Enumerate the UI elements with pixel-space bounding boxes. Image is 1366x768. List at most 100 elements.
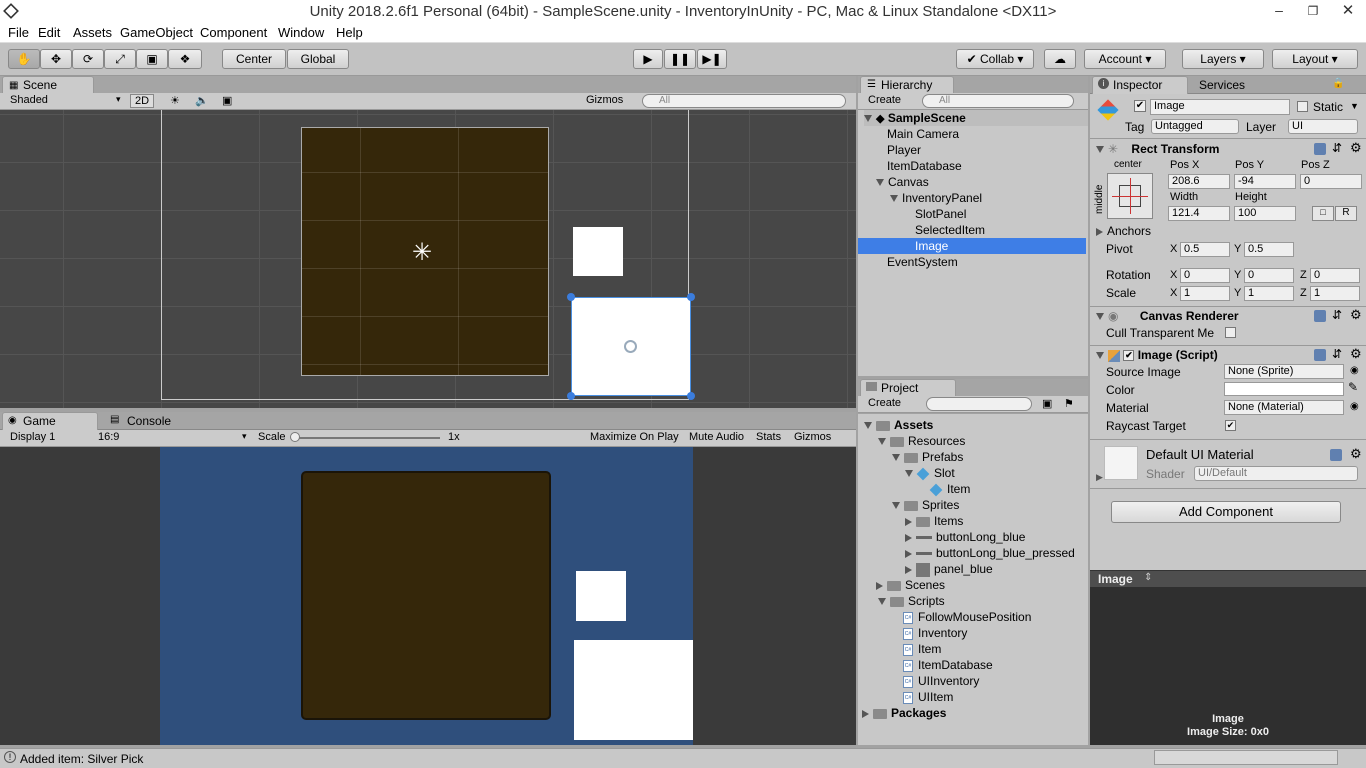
pivot-center-button[interactable]: Center [222,49,286,69]
stats-toggle[interactable]: Stats [756,431,781,443]
tab-services[interactable]: Services [1178,76,1258,94]
raycast-target-checkbox[interactable]: ✔ [1225,420,1236,431]
expand-icon[interactable] [1096,313,1104,321]
collapsed-icon[interactable] [876,581,883,590]
project-folder-scripts[interactable]: Scripts [878,593,945,609]
rotate-tool-button[interactable]: ⟳ [72,49,104,69]
collab-dropdown[interactable]: ✔ Collab ▾ [956,49,1034,69]
pivot-global-button[interactable]: Global [287,49,349,69]
expand-icon[interactable] [1096,146,1104,154]
project-folder-scenes[interactable]: Scenes [876,577,945,593]
audio-icon[interactable]: 🔈 [195,94,209,107]
expand-icon[interactable] [878,438,886,446]
project-sprite-buttonlong-blue[interactable]: buttonLong_blue [905,529,1025,545]
game-view[interactable] [0,447,856,745]
rect-handle-bl[interactable] [567,392,575,400]
expand-icon[interactable] [892,502,900,510]
status-bar[interactable]: ! Added item: Silver Pick [0,748,1366,768]
width-input[interactable]: 121.4 [1168,206,1230,221]
rect-handle-br[interactable] [687,392,695,400]
scale-slider-thumb[interactable] [290,432,300,442]
menu-edit[interactable]: Edit [38,25,60,40]
transform-tool-button[interactable]: ❖ [168,49,202,69]
move-tool-button[interactable]: ✥ [40,49,72,69]
tab-console[interactable]: Console [106,412,196,430]
posy-input[interactable]: -94 [1234,174,1296,189]
menu-help[interactable]: Help [336,25,363,40]
expand-icon[interactable] [1096,352,1104,360]
anchor-preset-button[interactable] [1107,173,1153,219]
lighting-icon[interactable]: ☀ [170,94,180,107]
scene-gizmos-dropdown[interactable]: Gizmos [586,94,623,106]
rect-handle-tl[interactable] [567,293,575,301]
scale-slider[interactable] [292,437,440,439]
component-gear-icon[interactable]: ⚙ [1350,446,1362,462]
hierarchy-item-eventsystem[interactable]: EventSystem [887,254,958,270]
project-script-followmouseposition[interactable]: C# FollowMousePosition [903,609,1031,625]
anchors-foldout[interactable]: Anchors [1096,224,1151,238]
project-folder-items[interactable]: Items [905,513,963,529]
expand-icon[interactable] [876,179,884,187]
project-search-input[interactable] [926,397,1032,411]
help-icon[interactable] [1330,449,1342,461]
rect-handle-tr[interactable] [687,293,695,301]
project-sprite-buttonlong-blue-pressed[interactable]: buttonLong_blue_pressed [905,545,1075,561]
help-icon[interactable] [1314,310,1326,322]
scale-x-input[interactable]: 1 [1180,286,1230,301]
material-expand-icon[interactable]: ▶ [1096,472,1103,483]
tag-dropdown[interactable]: Untagged [1151,119,1239,134]
hierarchy-search-input[interactable]: All [922,94,1074,108]
maximize-on-play-toggle[interactable]: Maximize On Play [590,431,679,443]
expand-icon[interactable] [905,470,913,478]
expand-icon[interactable] [878,598,886,606]
expand-icon[interactable] [890,195,898,203]
layer-dropdown[interactable]: UI [1288,119,1358,134]
image-enabled-checkbox[interactable]: ✔ [1123,350,1135,362]
shader-dropdown[interactable]: UI/Default [1194,466,1358,481]
object-picker-icon[interactable]: ◉ [1350,401,1359,412]
help-icon[interactable] [1314,349,1326,361]
pause-button[interactable]: ❚❚ [664,49,696,69]
filter-type-icon[interactable]: ▣ [1042,397,1052,410]
project-prefab-item[interactable]: Item [929,481,970,497]
menu-assets[interactable]: Assets [73,25,112,40]
collapsed-icon[interactable] [905,517,912,526]
hand-tool-button[interactable]: ✋ [8,49,40,69]
hierarchy-item-inventorypanel[interactable]: InventoryPanel [890,190,982,206]
collapsed-icon[interactable] [905,549,912,558]
pivot-y-input[interactable]: 0.5 [1244,242,1294,257]
project-folder-resources[interactable]: Resources [878,433,965,449]
project-script-uiitem[interactable]: C# UIItem [903,689,953,705]
collapsed-icon[interactable] [905,565,912,574]
blueprint-mode-button[interactable]: □ [1312,206,1334,221]
step-button[interactable]: ▶❚ [697,49,727,69]
project-folder-prefabs[interactable]: Prefabs [892,449,963,465]
display-dropdown[interactable]: Display 1 [10,431,55,443]
posx-input[interactable]: 208.6 [1168,174,1230,189]
pivot-x-input[interactable]: 0.5 [1180,242,1230,257]
hierarchy-item-main-camera[interactable]: Main Camera [887,126,959,142]
hierarchy-item-image[interactable]: Image [858,238,1086,254]
expand-icon[interactable] [864,422,872,430]
preset-icon[interactable]: ⇵ [1332,141,1342,155]
project-folder-assets[interactable]: Assets [864,417,933,433]
expand-icon[interactable] [892,454,900,462]
menu-file[interactable]: File [8,25,29,40]
mode-2d-button[interactable]: 2D [130,94,155,108]
component-gear-icon[interactable]: ⚙ [1350,140,1362,156]
account-dropdown[interactable]: Account ▾ [1084,49,1166,69]
layers-dropdown[interactable]: Layers ▾ [1182,49,1264,69]
add-component-button[interactable]: Add Component [1111,501,1341,523]
scale-tool-button[interactable]: ⤢ [104,49,136,69]
project-prefab-slot[interactable]: Slot [905,465,955,481]
material-field[interactable]: None (Material) [1224,400,1344,415]
layout-dropdown[interactable]: Layout ▾ [1272,49,1358,69]
project-script-itemdatabase[interactable]: C# ItemDatabase [903,657,993,673]
aspect-dropdown[interactable]: 16:9 [98,431,119,443]
project-folder-packages[interactable]: Packages [862,705,946,721]
static-checkbox[interactable] [1297,101,1308,112]
preset-icon[interactable]: ⇵ [1332,347,1342,361]
object-picker-icon[interactable]: ◉ [1350,365,1359,376]
height-input[interactable]: 100 [1234,206,1296,221]
rect-tool-button[interactable]: ▣ [136,49,168,69]
